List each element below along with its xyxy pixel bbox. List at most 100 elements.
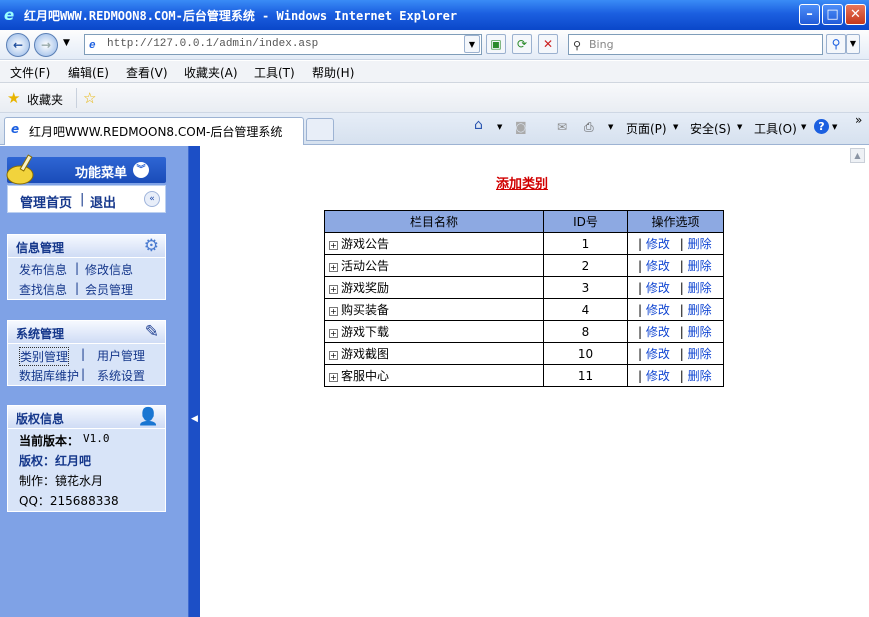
menu-file[interactable]: 文件(F)	[10, 64, 50, 81]
delete-link[interactable]: 删除	[688, 325, 712, 339]
separator: |	[81, 347, 86, 361]
database-maintenance-link[interactable]: 数据库维护	[19, 367, 79, 384]
menu-edit[interactable]: 编辑(E)	[68, 64, 109, 81]
function-menu-header: 功能菜单 ︾	[6, 154, 166, 185]
edit-link[interactable]: 修改	[646, 281, 670, 295]
edit-link[interactable]: 修改	[646, 303, 670, 317]
search-options-icon[interactable]: ▼	[846, 34, 860, 54]
search-go-button[interactable]: ⚲	[826, 34, 846, 54]
system-settings-link[interactable]: 系统设置	[97, 367, 145, 384]
page-dropdown-icon: ▼	[673, 123, 679, 131]
address-dropdown-icon[interactable]: ▼	[464, 35, 480, 53]
delete-link[interactable]: 删除	[688, 237, 712, 251]
member-management-link[interactable]: 会员管理	[85, 281, 133, 298]
collapse-arrow-icon[interactable]: ◀	[191, 414, 198, 424]
edit-link[interactable]: 修改	[646, 259, 670, 273]
print-dropdown-icon[interactable]: ▼	[608, 123, 613, 131]
history-dropdown-icon[interactable]: ▼	[63, 38, 70, 48]
category-name-cell: + 游戏下载	[324, 320, 544, 343]
user-management-link[interactable]: 用户管理	[97, 347, 145, 364]
tab-page-icon: e	[11, 122, 20, 136]
menu-help[interactable]: 帮助(H)	[312, 64, 354, 81]
back-button[interactable]: ←	[6, 33, 30, 57]
delete-link[interactable]: 删除	[688, 303, 712, 317]
category-id-cell: 10	[543, 342, 628, 365]
home-dropdown-icon[interactable]: ▼	[497, 123, 502, 131]
expand-plus-icon[interactable]: +	[329, 285, 338, 294]
tab-title: 红月吧WWW.REDMOON8.COM-后台管理系统	[29, 125, 283, 139]
delete-link[interactable]: 删除	[688, 369, 712, 383]
ie-logo-icon: e	[4, 6, 15, 24]
home-icon[interactable]: ⌂	[474, 117, 483, 133]
edit-link[interactable]: 修改	[646, 369, 670, 383]
menu-tools[interactable]: 工具(T)	[254, 64, 295, 81]
expand-plus-icon[interactable]: +	[329, 329, 338, 338]
delete-link[interactable]: 删除	[688, 281, 712, 295]
more-commands-icon[interactable]: »	[855, 113, 862, 127]
forward-button[interactable]: →	[34, 33, 58, 57]
favorites-star-icon[interactable]: ★	[7, 89, 20, 107]
favorites-label[interactable]: 收藏夹	[27, 91, 63, 108]
mail-icon[interactable]: ✉	[557, 120, 567, 134]
edit-link[interactable]: 修改	[646, 325, 670, 339]
table-row: + 购买装备 4 | 修改 | 删除	[324, 298, 724, 321]
edit-link[interactable]: 修改	[646, 347, 670, 361]
menu-favorites[interactable]: 收藏夹(A)	[184, 64, 238, 81]
home-separator: |	[80, 192, 85, 207]
table-row: + 游戏奖励 3 | 修改 | 删除	[324, 276, 724, 299]
refresh-button[interactable]: ⟳	[512, 34, 532, 54]
feeds-icon[interactable]: ◙	[515, 120, 527, 134]
search-placeholder: Bing	[589, 38, 614, 51]
logout-link[interactable]: 退出	[90, 192, 116, 211]
safety-menu[interactable]: 安全(S)	[690, 120, 731, 137]
admin-home-link[interactable]: 管理首页	[20, 192, 72, 211]
publish-info-link[interactable]: 发布信息	[19, 261, 67, 278]
expand-plus-icon[interactable]: +	[329, 263, 338, 272]
actions-cell: | 修改 | 删除	[627, 276, 724, 299]
category-name-cell: + 游戏奖励	[324, 276, 544, 299]
expand-plus-icon[interactable]: +	[329, 307, 338, 316]
delete-link[interactable]: 删除	[688, 347, 712, 361]
separator: |	[75, 261, 80, 275]
add-category-link[interactable]: 添加类别	[496, 173, 548, 192]
table-row: + 游戏截图 10 | 修改 | 删除	[324, 342, 724, 365]
address-input[interactable]: e http://127.0.0.1/admin/index.asp	[84, 34, 482, 55]
close-button[interactable]: ✕	[845, 4, 866, 25]
compatibility-view-icon[interactable]: ▣	[486, 34, 506, 54]
vertical-scrollbar[interactable]: ▲	[848, 146, 869, 617]
expand-plus-icon[interactable]: +	[329, 241, 338, 250]
frame-splitter[interactable]: ◀	[188, 146, 200, 617]
help-icon[interactable]: ?	[814, 119, 829, 134]
tab-current[interactable]: e 红月吧WWW.REDMOON8.COM-后台管理系统	[4, 117, 304, 145]
print-icon[interactable]: ⎙	[584, 120, 594, 135]
category-name: 游戏下载	[341, 325, 390, 339]
qq-text: QQ：215688338	[19, 494, 119, 508]
expand-plus-icon[interactable]: +	[329, 373, 338, 382]
help-dropdown-icon[interactable]: ▼	[832, 123, 837, 131]
copyright-panel: 版权信息 👤 当前版本： V1.0 版权：红月吧 制作：镜花水月 QQ：215688…	[7, 405, 166, 512]
actions-cell: | 修改 | 删除	[627, 364, 724, 387]
page-menu[interactable]: 页面(P)	[626, 120, 667, 137]
separator: |	[638, 303, 643, 317]
menu-view[interactable]: 查看(V)	[126, 64, 168, 81]
chevron-down-icon[interactable]: ︾	[133, 162, 149, 178]
collapse-icon[interactable]: «	[144, 191, 160, 207]
window-title-bar[interactable]: e 红月吧WWW.REDMOON8.COM-后台管理系统 - Windows I…	[0, 0, 869, 30]
home-links-box: 管理首页 | 退出 «	[7, 185, 166, 213]
minimize-button[interactable]: –	[799, 4, 820, 25]
find-info-link[interactable]: 查找信息	[19, 281, 67, 298]
search-input[interactable]: ⚲ Bing	[568, 34, 823, 55]
new-tab-button[interactable]	[306, 118, 334, 141]
gears-icon: ⚙	[143, 236, 159, 256]
user-icon: 👤	[137, 407, 159, 427]
search-icon: ⚲	[573, 39, 582, 52]
edit-info-link[interactable]: 修改信息	[85, 261, 133, 278]
expand-plus-icon[interactable]: +	[329, 351, 338, 360]
maximize-button[interactable]: □	[822, 4, 843, 25]
edit-link[interactable]: 修改	[646, 237, 670, 251]
scroll-up-icon[interactable]: ▲	[850, 148, 865, 163]
add-favorite-icon[interactable]: ☆	[83, 89, 96, 107]
tools-menu[interactable]: 工具(O)	[754, 120, 797, 137]
stop-button[interactable]: ✕	[538, 34, 558, 54]
delete-link[interactable]: 删除	[688, 259, 712, 273]
